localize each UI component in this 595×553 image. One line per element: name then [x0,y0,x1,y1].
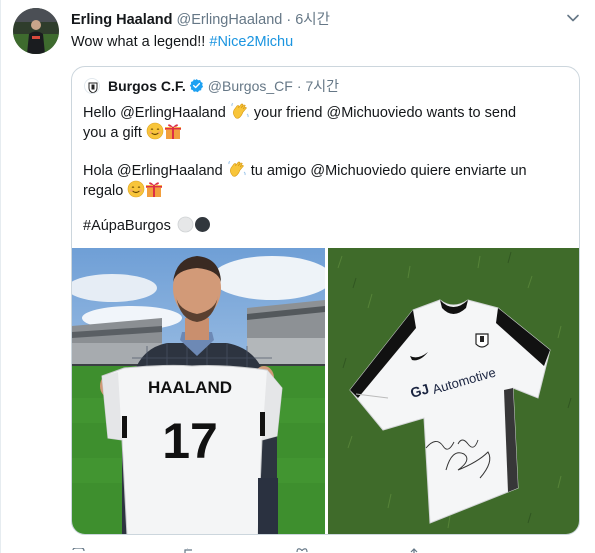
reply-icon[interactable] [71,545,85,553]
quoted-author-name[interactable]: Burgos C.F. [108,78,186,94]
quoted-time[interactable]: 7시간 [305,78,339,94]
quoted-hashtag-line: #AúpaBurgos [83,216,211,238]
quoted-text: tu amigo @Michuoviedo quiere enviarte un [246,163,527,179]
like-icon[interactable] [295,545,309,553]
action-bar [71,545,531,553]
gift-emoji [164,122,182,145]
media-grid: HAALAND 17 GJ Automotive [72,248,579,534]
white-circle-emoji [177,216,194,238]
gift-emoji [145,180,163,203]
photo-shirt-on-grass[interactable]: GJ Automotive [328,248,579,534]
black-circle-emoji [194,216,211,238]
separator-dot: · [286,12,292,28]
tweet-time[interactable]: 6시간 [295,12,330,28]
smiling-face-emoji [127,180,145,203]
quoted-text: you a gift [83,125,146,141]
shirt-number-print: 17 [162,413,218,469]
quoted-text-line-2: you a gift [83,122,182,145]
tweet-header: Erling Haaland @ErlingHaaland · 6시간 [71,11,330,29]
smiling-face-emoji [146,122,164,145]
quoted-author-avatar[interactable] [84,78,100,94]
share-icon[interactable] [407,545,421,553]
author-handle[interactable]: @ErlingHaaland [177,12,283,28]
quoted-header: Burgos C.F. @Burgos_CF · 7시간 [108,77,339,95]
quoted-text-line-4: regalo [83,180,163,203]
quoted-text: regalo [83,183,128,199]
quoted-text: Hola @ErlingHaaland [83,163,227,179]
separator-dot: · [296,78,302,94]
hashtag-link[interactable]: #Nice2Michu [209,34,293,50]
verified-badge-icon [189,78,204,93]
retweet-icon[interactable] [183,545,197,553]
waving-hand-emoji [230,102,250,125]
quoted-tweet[interactable]: Burgos C.F. @Burgos_CF · 7시간 Hello @ErlingH… [71,66,580,535]
quoted-hashtag[interactable]: #AúpaBurgos [83,218,171,234]
quoted-text: Hello @ErlingHaaland [83,105,230,121]
tweet[interactable]: Erling Haaland @ErlingHaaland · 6시간 Wow wha… [0,0,595,553]
chevron-down-icon[interactable] [565,10,581,26]
author-name[interactable]: Erling Haaland [71,12,173,28]
author-avatar[interactable] [13,8,59,54]
waving-hand-emoji [227,160,247,183]
quoted-author-handle[interactable]: @Burgos_CF [208,78,293,94]
shirt-name-print: HAALAND [148,378,232,397]
photo-man-holding-shirt[interactable]: HAALAND 17 [72,248,325,534]
tweet-text: Wow what a legend!! #Nice2Michu [71,33,293,51]
quoted-text: your friend @Michuoviedo wants to send [249,105,517,121]
tweet-text-body: Wow what a legend!! [71,34,210,50]
